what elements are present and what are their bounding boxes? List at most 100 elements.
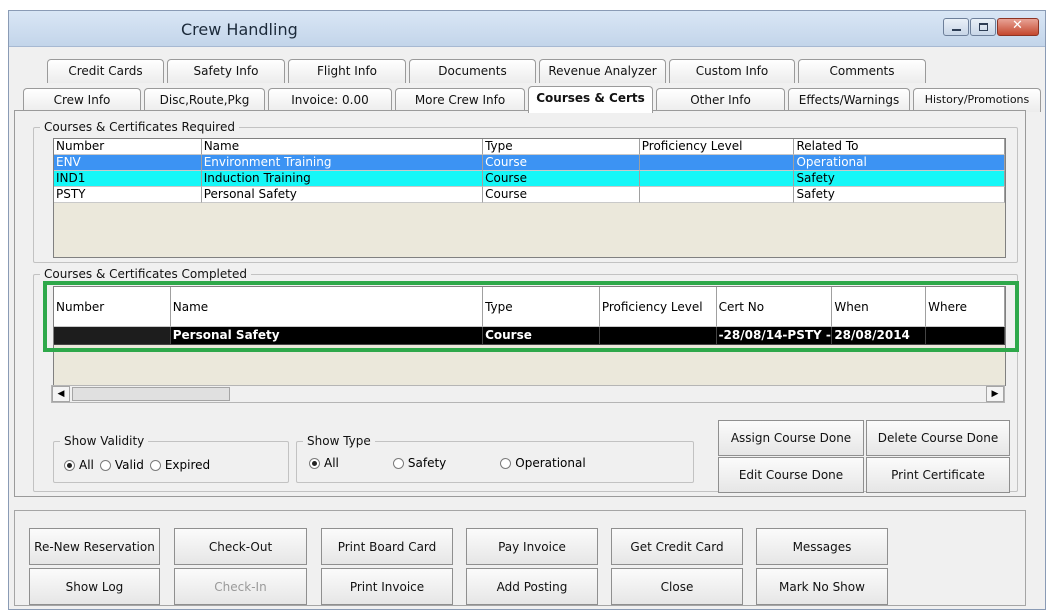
col-number[interactable]: Number [54,287,171,327]
tab-other-info[interactable]: Other Info [656,88,785,112]
tab-revenue-analyzer[interactable]: Revenue Analyzer [539,59,666,83]
cell-proficiency [639,155,795,171]
radio-circle [392,457,404,469]
type-options: All Safety Operational [309,456,592,470]
cell-name: Personal Safety [170,327,484,345]
type-safety-radio[interactable]: Safety [392,456,446,470]
col-type[interactable]: Type [483,139,640,155]
minimize-button[interactable] [943,18,969,36]
cell-number: ENV [54,155,202,171]
tab-credit-cards[interactable]: Credit Cards [47,59,164,83]
tab-custom-info[interactable]: Custom Info [669,59,795,83]
renew-reservation-button[interactable]: Re-New Reservation [29,528,160,565]
print-certificate-button[interactable]: Print Certificate [866,457,1010,493]
radio-circle [149,459,161,471]
cell-type: Course [483,327,600,345]
radio-label: All [324,456,339,470]
tab-courses-certs[interactable]: Courses & Certs [528,86,653,113]
edit-course-done-button[interactable]: Edit Course Done [718,457,864,493]
tab-safety-info[interactable]: Safety Info [167,59,285,83]
type-all-radio[interactable]: All [309,456,339,470]
radio-circle [309,457,320,469]
col-number[interactable]: Number [54,139,202,155]
delete-course-done-button[interactable]: Delete Course Done [866,420,1010,456]
cell-cert-no: -28/08/14-PSTY -: [716,327,833,345]
assign-course-done-button[interactable]: Assign Course Done [718,420,864,456]
type-operational-radio[interactable]: Operational [500,456,586,470]
radio-circle [99,459,111,471]
print-board-card-button[interactable]: Print Board Card [321,528,453,565]
arrow-right-icon: ▶ [991,389,999,399]
cell-number [54,327,171,345]
cell-proficiency [639,171,795,187]
print-invoice-button[interactable]: Print Invoice [321,568,453,605]
completed-header-row: Number Name Type Proficiency Level Cert … [54,287,1005,327]
tab-effects-warnings[interactable]: Effects/Warnings [788,88,910,112]
mark-no-show-button[interactable]: Mark No Show [756,568,888,605]
show-type-legend: Show Type [303,434,375,448]
col-name[interactable]: Name [201,139,484,155]
col-proficiency[interactable]: Proficiency Level [639,139,795,155]
validity-expired-radio[interactable]: Expired [149,458,210,472]
radio-label: Valid [114,458,144,472]
validity-all-radio[interactable]: All [64,458,94,472]
cell-where [926,327,1005,345]
scroll-right-button[interactable]: ▶ [986,386,1004,402]
tab-disc-route-pkg[interactable]: Disc,Route,Pkg [144,88,265,112]
tab-more-crew-info[interactable]: More Crew Info [395,88,525,112]
col-when[interactable]: When [832,287,927,327]
radio-circle [500,457,512,469]
completed-legend: Courses & Certificates Completed [40,267,251,281]
tab-crew-info[interactable]: Crew Info [23,88,141,112]
col-where[interactable]: Where [926,287,1005,327]
completed-grid[interactable]: Number Name Type Proficiency Level Cert … [53,286,1006,386]
check-out-button[interactable]: Check-Out [174,528,307,565]
table-row[interactable]: IND1 Induction Training Course Safety [54,171,1005,187]
scroll-thumb[interactable] [72,387,230,401]
show-log-button[interactable]: Show Log [29,568,160,605]
close-window-button[interactable]: ✕ [997,18,1039,36]
table-row[interactable]: ENV Environment Training Course Operatio… [54,155,1005,171]
window-controls: ✕ [942,18,1039,36]
minimize-icon [952,29,961,31]
col-type[interactable]: Type [483,287,600,327]
tab-flight-info[interactable]: Flight Info [288,59,406,83]
pay-invoice-button[interactable]: Pay Invoice [466,528,598,565]
cell-number: IND1 [54,171,202,187]
validity-valid-radio[interactable]: Valid [99,458,144,472]
table-row[interactable]: Personal Safety Course -28/08/14-PSTY -:… [54,327,1005,345]
cell-proficiency [639,187,795,203]
add-posting-button[interactable]: Add Posting [466,568,598,605]
cell-type: Course [483,155,640,171]
tab-history-promotions[interactable]: History/Promotions [913,88,1041,112]
col-proficiency[interactable]: Proficiency Level [599,287,717,327]
maximize-button[interactable] [970,18,996,36]
check-in-button[interactable]: Check-In [174,568,307,605]
cell-name: Induction Training [201,171,484,187]
radio-label: All [79,458,94,472]
horizontal-scrollbar[interactable]: ◀ ▶ [51,385,1005,403]
col-related-to[interactable]: Related To [794,139,1005,155]
title-bar[interactable]: Crew Handling ✕ [9,11,1045,47]
cell-when: 28/08/2014 [832,327,927,345]
close-icon: ✕ [1012,18,1023,33]
col-cert-no[interactable]: Cert No [716,287,833,327]
table-row[interactable]: PSTY Personal Safety Course Safety [54,187,1005,203]
tab-comments[interactable]: Comments [798,59,926,83]
close-button[interactable]: Close [611,568,743,605]
tab-invoice[interactable]: Invoice: 0.00 [268,88,392,112]
scroll-left-button[interactable]: ◀ [52,386,70,402]
cell-related: Safety [794,171,1005,187]
required-grid[interactable]: Number Name Type Proficiency Level Relat… [53,138,1006,258]
radio-label: Operational [515,456,586,470]
required-header-row: Number Name Type Proficiency Level Relat… [54,139,1005,155]
show-validity-legend: Show Validity [60,434,149,448]
cell-number: PSTY [54,187,202,203]
validity-options: All Valid Expired [64,458,216,472]
col-name[interactable]: Name [170,287,484,327]
messages-button[interactable]: Messages [756,528,888,565]
cell-type: Course [483,187,640,203]
get-credit-card-button[interactable]: Get Credit Card [611,528,743,565]
show-validity-group: Show Validity All Valid Expired [53,434,289,483]
tab-documents[interactable]: Documents [409,59,536,83]
